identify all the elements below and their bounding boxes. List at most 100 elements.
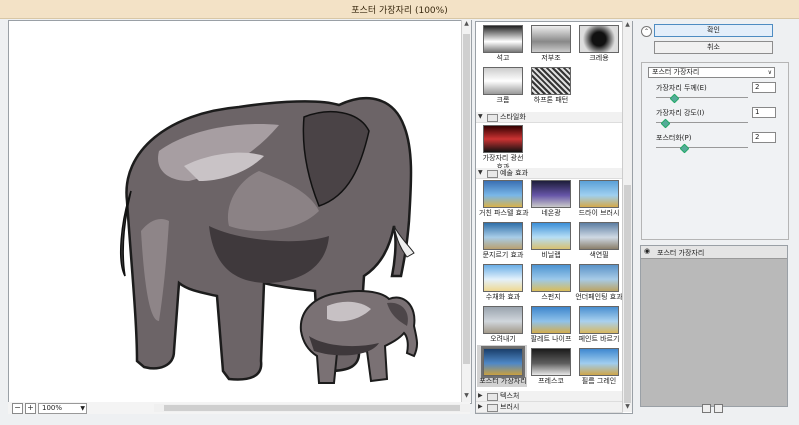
filter-item[interactable]: 팔레트 나이프: [527, 306, 575, 343]
filter-label: 저부조: [541, 54, 561, 62]
filter-item[interactable]: 수채화 효과: [479, 264, 527, 301]
filter-label: 하프톤 패턴: [533, 96, 569, 104]
thickness-slider-handle[interactable]: [669, 93, 680, 104]
filter-item[interactable]: 프레스코: [527, 348, 575, 385]
filter-label: 색연필: [589, 251, 609, 259]
filter-item[interactable]: 드라이 브러시: [575, 180, 623, 217]
filter-item[interactable]: 스펀지: [527, 264, 575, 301]
category-label: 텍스처: [500, 392, 520, 400]
filter-label: 크레용: [589, 54, 609, 62]
filter-item[interactable]: 크레용: [575, 25, 623, 62]
filter-thumbnail: [531, 306, 571, 334]
filter-label: 페인트 바르기: [578, 335, 620, 343]
category-brush[interactable]: ▶ 브러시: [476, 402, 623, 413]
filter-item[interactable]: 페인트 바르기: [575, 306, 623, 343]
eye-icon[interactable]: ◉: [644, 248, 652, 255]
filter-label: 드라이 브러시: [578, 209, 620, 217]
filter-thumbnail: [579, 306, 619, 334]
filter-item[interactable]: 하프톤 패턴: [527, 67, 575, 104]
filter-label: 크롬: [496, 96, 510, 104]
category-label: 예술 효과: [500, 169, 528, 177]
effect-layer-row[interactable]: ◉ 포스터 가장자리: [641, 246, 787, 259]
filter-label: 수채화 효과: [485, 293, 521, 301]
filter-label: 네온광: [541, 209, 561, 217]
preview-canvas[interactable]: [8, 20, 472, 404]
cancel-button[interactable]: 취소: [654, 41, 773, 54]
filter-item[interactable]: 포스터 가장자리: [479, 346, 527, 385]
zoom-in-button[interactable]: +: [25, 403, 36, 414]
param-label-intensity: 가장자리 강도(I): [656, 109, 705, 117]
ok-button[interactable]: 확인: [654, 24, 773, 37]
category-label: 브러시: [500, 403, 520, 411]
filter-item[interactable]: 비닐랩: [527, 222, 575, 259]
filter-label: 언더페인팅 효과: [575, 293, 623, 301]
filter-item[interactable]: 문지르기 효과: [479, 222, 527, 259]
folder-icon: [487, 393, 498, 401]
filter-label: 팔레트 나이프: [530, 335, 572, 343]
filter-item[interactable]: 필름 그레인: [575, 348, 623, 385]
filter-label: 거친 파스텔 효과: [479, 209, 529, 217]
window-title: 포스터 가장자리 (100%): [351, 6, 448, 16]
filter-thumbnail: [531, 264, 571, 292]
filter-settings: 포스터 가장자리 ∨ 가장자리 두께(E) 2 가장자리 강도(I) 1 포스터…: [641, 62, 789, 240]
intensity-slider-handle[interactable]: [660, 118, 671, 129]
filter-thumbnail: [579, 264, 619, 292]
filter-thumbnail: [481, 346, 525, 378]
filter-select[interactable]: 포스터 가장자리 ∨: [648, 67, 775, 78]
filter-thumbnail: [579, 180, 619, 208]
filter-label: 스펀지: [541, 293, 561, 301]
filter-thumbnail: [531, 222, 571, 250]
param-label-posterization: 포스터화(P): [656, 134, 692, 142]
scrollbar-thumb[interactable]: [164, 405, 460, 411]
trash-icon[interactable]: [714, 404, 723, 413]
filter-item[interactable]: 석고: [479, 25, 527, 62]
filter-item[interactable]: 오려내기: [479, 306, 527, 343]
category-stylize[interactable]: ▼ 스타일화: [476, 112, 623, 123]
scrollbar-thumb[interactable]: [624, 185, 631, 403]
filter-select-value: 포스터 가장자리: [652, 68, 700, 76]
filter-thumbnail: [483, 306, 523, 334]
chevron-down-icon: ▼: [478, 113, 483, 120]
filter-thumbnail: [579, 222, 619, 250]
category-artistic[interactable]: ▼ 예술 효과: [476, 168, 623, 179]
filter-item[interactable]: 크롬: [479, 67, 527, 104]
preview-vertical-scrollbar[interactable]: ▲ ▼: [461, 20, 471, 402]
layer-name: 포스터 가장자리: [657, 249, 705, 257]
zoom-select[interactable]: 100% ▼: [38, 403, 87, 414]
filter-label: 석고: [496, 54, 510, 62]
zoom-out-button[interactable]: −: [12, 403, 23, 414]
posterization-slider-handle[interactable]: [679, 143, 690, 154]
folder-icon: [487, 170, 498, 178]
filter-item[interactable]: 저부조: [527, 25, 575, 62]
filter-thumbnail: [579, 25, 619, 53]
filter-item[interactable]: 거친 파스텔 효과: [479, 180, 529, 217]
filter-item[interactable]: 색연필: [575, 222, 623, 259]
thickness-input[interactable]: 2: [752, 82, 776, 93]
filter-thumbnail: [531, 180, 571, 208]
filter-item[interactable]: 네온광: [527, 180, 575, 217]
chevron-down-icon: ▼: [80, 405, 85, 412]
filter-thumbnail: [531, 348, 571, 376]
intensity-input[interactable]: 1: [752, 107, 776, 118]
filter-thumbnail: [483, 125, 523, 153]
filter-label: 포스터 가장자리: [479, 377, 527, 385]
filter-item[interactable]: 언더페인팅 효과: [575, 264, 623, 301]
preview-horizontal-scrollbar[interactable]: [154, 404, 470, 412]
filter-label: 문지르기 효과: [482, 251, 524, 259]
filter-item[interactable]: 가장자리 광선 효과: [479, 125, 527, 171]
gallery-scrollbar[interactable]: ▲ ▼: [622, 21, 632, 412]
chevron-down-icon: ▼: [478, 169, 483, 176]
scroll-down-arrow-icon[interactable]: ▼: [623, 403, 632, 410]
scrollbar-thumb[interactable]: [463, 34, 470, 364]
filter-thumbnail: [483, 264, 523, 292]
filter-label: 비닐랩: [541, 251, 561, 259]
scroll-up-arrow-icon[interactable]: ▲: [623, 21, 632, 28]
posterization-input[interactable]: 2: [752, 132, 776, 143]
scroll-down-arrow-icon[interactable]: ▼: [462, 392, 471, 401]
category-texture[interactable]: ▶ 텍스처: [476, 391, 623, 402]
scroll-up-arrow-icon[interactable]: ▲: [462, 20, 471, 29]
collapse-gallery-button[interactable]: ⌃: [641, 26, 652, 37]
chevron-right-icon: ▶: [478, 403, 483, 410]
posterization-slider[interactable]: [656, 147, 748, 148]
new-effect-layer-icon[interactable]: [702, 404, 711, 413]
